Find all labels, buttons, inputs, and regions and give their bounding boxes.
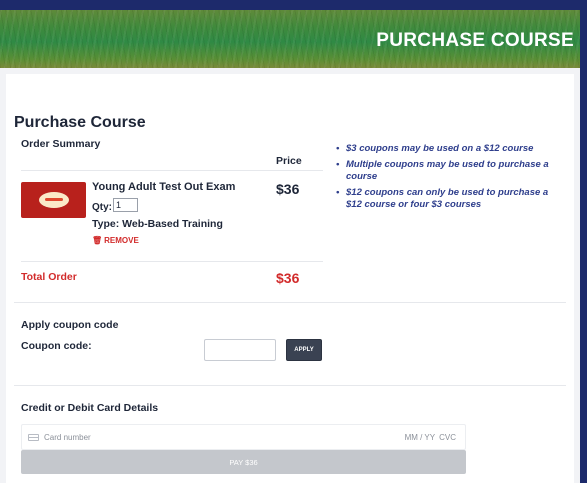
page-frame-top: [0, 0, 587, 10]
credit-card-icon: [28, 434, 39, 441]
coupon-code-label: Coupon code:: [21, 340, 92, 352]
course-name: Young Adult Test Out Exam: [92, 181, 236, 193]
list-item: $3 coupons may be used on a $12 course: [336, 143, 566, 155]
apply-coupon-button[interactable]: APPLY: [286, 339, 322, 361]
list-item: Multiple coupons may be used to purchase…: [336, 159, 566, 183]
section-divider: [14, 302, 566, 303]
page-body: Purchase Course Order Summary Price Youn…: [0, 68, 580, 483]
card-number-placeholder[interactable]: Card number: [44, 433, 91, 442]
course-logo-icon: [39, 192, 69, 208]
banner-title: PURCHASE COURSE: [376, 30, 574, 51]
list-item: $12 coupons can only be used to purchase…: [336, 187, 566, 211]
price-column-header: Price: [276, 155, 302, 167]
coupon-code-input[interactable]: [204, 339, 276, 361]
expiry-placeholder[interactable]: MM / YY: [405, 433, 436, 442]
item-price: $36: [276, 181, 300, 197]
section-divider: [14, 385, 566, 386]
purchase-card: Purchase Course Order Summary Price Youn…: [6, 74, 574, 483]
card-details-heading: Credit or Debit Card Details: [21, 402, 159, 414]
card-expiry-cvc: MM / YY CVC: [401, 433, 456, 442]
remove-label: REMOVE: [104, 236, 139, 245]
header-banner: PURCHASE COURSE: [0, 10, 580, 68]
order-summary-heading: Order Summary: [21, 138, 101, 150]
trash-icon: 🗑: [92, 236, 103, 245]
course-thumbnail: [21, 182, 86, 218]
quantity-input[interactable]: 1: [113, 198, 138, 212]
card-input-field[interactable]: Card number MM / YY CVC: [21, 424, 466, 450]
divider: [21, 261, 323, 262]
course-type: Type: Web-Based Training: [92, 218, 223, 230]
total-label: Total Order: [21, 271, 77, 283]
page-title: Purchase Course: [14, 114, 146, 131]
qty-label: Qty:: [92, 202, 112, 213]
coupon-notes-list: $3 coupons may be used on a $12 course M…: [336, 143, 566, 215]
divider: [21, 170, 323, 171]
remove-item-button[interactable]: 🗑 REMOVE: [92, 236, 139, 245]
coupon-section-heading: Apply coupon code: [21, 319, 119, 331]
cvc-placeholder[interactable]: CVC: [439, 433, 456, 442]
total-value: $36: [276, 270, 300, 286]
pay-button[interactable]: PAY $36: [21, 450, 466, 474]
